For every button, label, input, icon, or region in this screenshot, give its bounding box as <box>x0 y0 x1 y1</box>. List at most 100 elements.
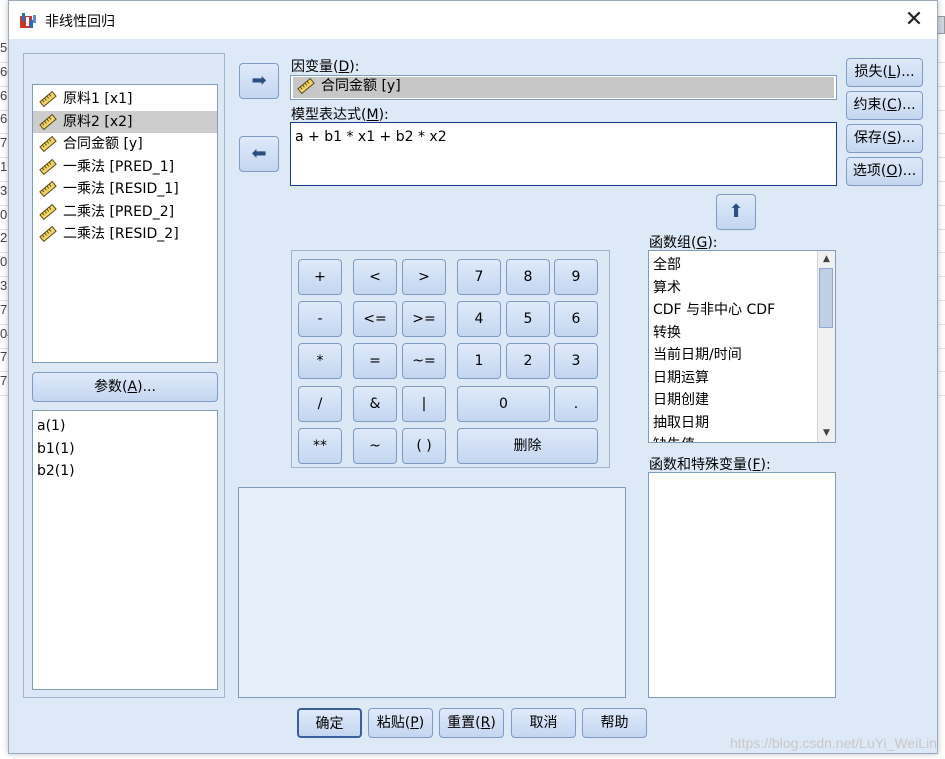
variable-label: 一乘法 [RESID_1] <box>63 181 179 197</box>
loss-button-mnemonic: L <box>887 64 896 80</box>
move-to-expression-button[interactable]: ⬅ <box>239 136 279 172</box>
key-dot[interactable]: . <box>554 386 598 422</box>
close-button[interactable]: ✕ <box>901 7 927 33</box>
reset-button-label: 重置( <box>447 715 481 731</box>
ok-button[interactable]: 确定 <box>297 708 362 738</box>
key-3[interactable]: 3 <box>554 343 598 379</box>
move-to-dependent-button[interactable]: ➡ <box>239 63 279 99</box>
function-group-item[interactable]: 日期创建 <box>649 389 835 412</box>
variable-item[interactable]: 原料2 [x2] <box>33 110 217 133</box>
key-delete[interactable]: 删除 <box>457 428 598 464</box>
key-or[interactable]: | <box>402 386 446 422</box>
key-power[interactable]: ** <box>298 428 342 464</box>
parameter-item[interactable]: b2(1) <box>33 460 217 483</box>
function-group-item[interactable]: 抽取日期 <box>649 412 835 435</box>
scroll-thumb[interactable] <box>819 268 833 328</box>
key-0-label: 0 <box>499 396 508 412</box>
variable-list[interactable]: 原料1 [x1] 原料2 [x2] 合同金额 [y] 一乘法 [PRED_1] 一乘法 … <box>32 84 218 363</box>
function-group-list[interactable]: 全部算术CDF 与非中心 CDF转换当前日期/时间日期运算日期创建抽取日期缺失值… <box>648 250 836 443</box>
key-6[interactable]: 6 <box>554 301 598 337</box>
scroll-down-icon[interactable]: ▼ <box>818 425 835 442</box>
variable-item[interactable]: 原料1 [x1] <box>33 88 217 111</box>
paste-button[interactable]: 粘贴(P) <box>368 708 433 738</box>
constraints-button[interactable]: 约束(C)... <box>846 91 923 120</box>
parameter-item[interactable]: a(1) <box>33 415 217 438</box>
options-button[interactable]: 选项(O)... <box>846 157 923 186</box>
variable-item[interactable]: 一乘法 [PRED_1] <box>33 156 217 179</box>
variable-label: 合同金额 [y] <box>63 136 143 152</box>
function-group-item[interactable]: 当前日期/时间 <box>649 344 835 367</box>
key-le[interactable]: <= <box>353 301 397 337</box>
variable-item[interactable]: 一乘法 [RESID_1] <box>33 178 217 201</box>
key-9[interactable]: 9 <box>554 259 598 295</box>
key-not[interactable]: ~ <box>353 428 397 464</box>
function-group-suffix: ): <box>707 235 718 251</box>
key-eq[interactable]: = <box>353 343 397 379</box>
key-1[interactable]: 1 <box>457 343 501 379</box>
save-button[interactable]: 保存(S)... <box>846 124 923 153</box>
functions-special-list[interactable] <box>648 472 836 698</box>
key-ne[interactable]: ~= <box>402 343 446 379</box>
function-group-item[interactable]: 算术 <box>649 277 835 300</box>
parameters-mnemonic: A <box>127 379 138 395</box>
key-gt[interactable]: > <box>402 259 446 295</box>
key-dot-label: . <box>573 396 579 412</box>
loss-button-label: 损失( <box>854 64 888 80</box>
dependent-field[interactable]: 合同金额 [y] <box>290 75 837 100</box>
cancel-button-label: 取消 <box>529 715 558 731</box>
key-parens[interactable]: ( ) <box>402 428 446 464</box>
key-4[interactable]: 4 <box>457 301 501 337</box>
loss-button[interactable]: 损失(L)... <box>846 58 923 87</box>
dependent-mnemonic: D <box>338 59 350 75</box>
key-not-label: ~ <box>369 438 381 454</box>
model-expression-field[interactable]: a + b1 * x1 + b2 * x2 <box>290 122 837 186</box>
function-group-item[interactable]: 缺失值 <box>649 434 835 442</box>
arrow-left-icon: ⬅ <box>251 143 267 164</box>
key-minus[interactable]: - <box>298 301 342 337</box>
key-8[interactable]: 8 <box>506 259 550 295</box>
key-divide[interactable]: / <box>298 386 342 422</box>
functions-special-mnemonic: F <box>752 457 761 473</box>
parameter-item[interactable]: b1(1) <box>33 438 217 461</box>
options-button-label: 选项( <box>852 163 887 179</box>
cancel-button[interactable]: 取消 <box>511 708 576 738</box>
key-0[interactable]: 0 <box>457 386 550 422</box>
reset-button[interactable]: 重置(R) <box>439 708 504 738</box>
function-group-item[interactable]: 日期运算 <box>649 367 835 390</box>
model-expression-label-text: 模型表达式( <box>291 107 367 123</box>
key-multiply[interactable]: * <box>298 343 342 379</box>
key-ge-label: >= <box>412 311 436 327</box>
key-lt[interactable]: < <box>353 259 397 295</box>
reset-button-mnemonic: R <box>480 715 491 731</box>
parameters-list[interactable]: a(1) b1(1) b2(1) <box>32 410 218 690</box>
scroll-up-icon[interactable]: ▲ <box>818 251 835 268</box>
key-3-label: 3 <box>571 353 581 369</box>
save-button-label: 保存( <box>853 130 888 146</box>
parameters-button[interactable]: 参数(A)... <box>32 372 218 402</box>
ruler-icon <box>39 135 57 153</box>
function-group-item[interactable]: CDF 与非中心 CDF <box>649 299 835 322</box>
function-group-item[interactable]: 转换 <box>649 322 835 345</box>
ruler-icon <box>39 90 57 108</box>
move-function-up-button[interactable]: ⬆ <box>716 194 756 230</box>
key-7[interactable]: 7 <box>457 259 501 295</box>
function-group-item[interactable]: 全部 <box>649 254 835 277</box>
help-button[interactable]: 帮助 <box>582 708 647 738</box>
functions-special-suffix: ): <box>760 457 771 473</box>
variable-item[interactable]: 二乘法 [PRED_2] <box>33 201 217 224</box>
constraints-button-suffix: )... <box>896 97 916 113</box>
key-plus[interactable]: + <box>298 259 342 295</box>
variable-item[interactable]: 二乘法 [RESID_2] <box>33 223 217 246</box>
save-button-suffix: )... <box>896 130 916 146</box>
arrow-right-icon: ➡ <box>251 70 267 91</box>
key-5[interactable]: 5 <box>506 301 550 337</box>
key-ge[interactable]: >= <box>402 301 446 337</box>
key-and[interactable]: & <box>353 386 397 422</box>
variable-item[interactable]: 合同金额 [y] <box>33 133 217 156</box>
key-divide-label: / <box>317 396 323 412</box>
key-2[interactable]: 2 <box>506 343 550 379</box>
key-4-label: 4 <box>474 311 484 327</box>
titlebar: 非线性回归 ✕ <box>9 1 937 39</box>
function-group-scrollbar[interactable]: ▲ ▼ <box>817 251 835 442</box>
key-multiply-label: * <box>316 353 324 369</box>
